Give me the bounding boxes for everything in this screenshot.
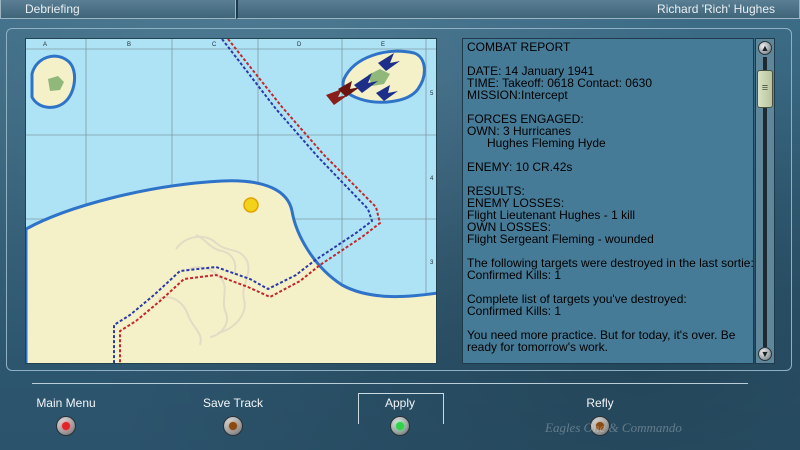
main-menu-button[interactable]: Main Menu: [6, 396, 126, 446]
grid-row-label: 4: [430, 176, 434, 182]
save-track-label: Save Track: [202, 396, 264, 410]
grid-col-label: B: [127, 42, 131, 48]
pilot-name: Richard 'Rich' Hughes: [236, 0, 800, 19]
top-bar: Debriefing Richard 'Rich' Hughes: [0, 0, 800, 19]
combat-report: COMBAT REPORT DATE: 14 January 1941 TIME…: [462, 38, 754, 364]
report-line: ready for tomorrow's work.: [467, 340, 608, 354]
watermark-logo: Eagles One & Commando: [545, 420, 682, 435]
main-menu-knob[interactable]: [56, 416, 76, 436]
grid-col-label: D: [297, 42, 302, 48]
grid-col-label: A: [43, 42, 47, 48]
report-line: Hughes Fleming Hyde: [467, 136, 606, 150]
bottom-divider: [32, 383, 748, 384]
screen-title: Debriefing: [0, 0, 236, 19]
map-canvas: A B C D E 5 4 3 2: [26, 39, 436, 363]
report-line: Confirmed Kills: 1: [467, 268, 562, 282]
target-marker[interactable]: [243, 197, 259, 213]
apply-knob[interactable]: [390, 416, 410, 436]
scroll-up-button[interactable]: ▲: [758, 41, 772, 55]
report-line: Flight Sergeant Fleming - wounded: [467, 232, 654, 246]
main-menu-led: [62, 422, 70, 430]
grid-row-label: 3: [430, 260, 434, 266]
mission-map[interactable]: A B C D E 5 4 3 2: [25, 38, 437, 364]
scroll-thumb[interactable]: ≡: [757, 69, 773, 108]
save-track-button[interactable]: Save Track: [173, 396, 293, 446]
grid-row-label: 5: [430, 91, 434, 97]
report-line: MISSION:Intercept: [467, 88, 568, 102]
report-scrollbar[interactable]: ▲ ≡ ▼: [755, 38, 775, 364]
main-menu-label: Main Menu: [36, 396, 96, 410]
report-line: ENEMY: 10 CR.42s: [467, 160, 573, 174]
apply-button[interactable]: Apply: [340, 396, 460, 446]
apply-label: Apply: [384, 396, 416, 410]
grid-col-label: E: [381, 42, 385, 48]
save-track-led: [229, 422, 237, 430]
grid-col-label: C: [212, 42, 217, 48]
report-line: Confirmed Kills: 1: [467, 304, 562, 318]
apply-led: [396, 422, 404, 430]
refly-label: Refly: [586, 396, 614, 410]
save-track-knob[interactable]: [223, 416, 243, 436]
scroll-down-button[interactable]: ▼: [758, 347, 772, 361]
thumb-grip-icon: ≡: [761, 81, 769, 94]
report-line: COMBAT REPORT: [467, 40, 571, 54]
